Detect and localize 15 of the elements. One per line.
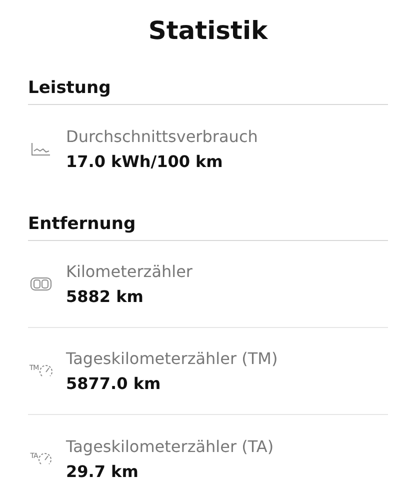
stat-label: Tageskilometerzähler (TA) <box>66 436 274 456</box>
section-heading: Leistung <box>28 78 388 105</box>
stat-value: 5877.0 km <box>66 374 162 393</box>
stat-label: Durchschnittsverbrauch <box>66 126 258 146</box>
stat-value: 29.7 km <box>66 462 140 480</box>
gauge-icon <box>38 452 52 466</box>
chart-icon <box>31 142 51 156</box>
stat-value: 5882 km <box>66 287 144 306</box>
gauge-icon <box>38 364 53 378</box>
page-title: Statistik <box>147 15 269 47</box>
section-heading: Entfernung <box>28 214 388 241</box>
stat-label: Tageskilometerzähler (TM) <box>66 349 278 368</box>
odometer-icon <box>30 276 52 292</box>
stat-value: 17.0 kWh/100 km <box>66 152 224 170</box>
stat-label: Kilometerzähler <box>66 262 193 281</box>
